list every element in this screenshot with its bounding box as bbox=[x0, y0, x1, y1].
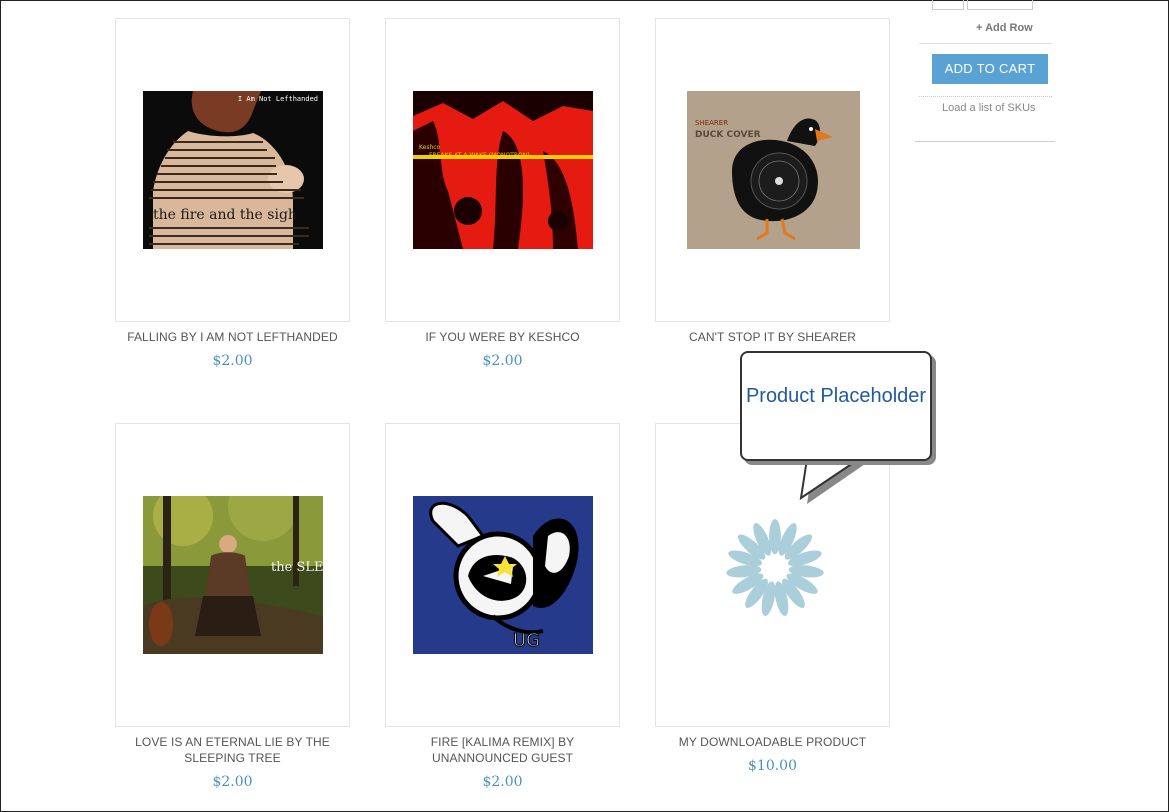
callout-pointer bbox=[799, 458, 865, 504]
quantity-field[interactable] bbox=[967, 0, 1033, 10]
product-card[interactable]: the fire and the sigh I Am Not Lefthande… bbox=[115, 18, 350, 322]
product-name[interactable]: IF YOU WERE BY KESHCO bbox=[385, 329, 620, 345]
product-price: $10.00 bbox=[748, 758, 797, 774]
product-price: $2.00 bbox=[482, 774, 523, 790]
cover-title: the fire and the sigh bbox=[153, 207, 297, 223]
product-name[interactable]: CAN'T STOP IT BY SHEARER bbox=[655, 329, 890, 345]
product-card[interactable]: Keshco FREAKS AT A WAKE (MONOTRON) bbox=[385, 18, 620, 322]
divider bbox=[915, 141, 1055, 142]
product-price: $2.00 bbox=[212, 353, 253, 369]
product-name[interactable]: LOVE IS AN ETERNAL LIE BY THE SLEEPING T… bbox=[115, 734, 350, 766]
product-name[interactable]: MY DOWNLOADABLE PRODUCT bbox=[655, 734, 890, 750]
add-row-link[interactable]: + Add Row bbox=[976, 22, 1033, 34]
load-sku-list-link[interactable]: Load a list of SKUs bbox=[942, 102, 1036, 114]
cover-title: DUCK COVER bbox=[695, 130, 761, 140]
cover-title: the SLEEPING TREE bbox=[271, 560, 323, 575]
product-card[interactable]: SHEARER DUCK COVER bbox=[655, 18, 890, 322]
product-placeholder-callout: Product Placeholder bbox=[740, 351, 932, 461]
placeholder-flower-icon bbox=[726, 519, 824, 616]
product-name[interactable]: FALLING BY I AM NOT LEFTHANDED bbox=[115, 329, 350, 345]
add-to-cart-button[interactable]: ADD TO CART bbox=[932, 54, 1048, 84]
product-image[interactable]: the fire and the sigh I Am Not Lefthande… bbox=[143, 91, 323, 249]
cover-band: Keshco bbox=[419, 144, 441, 151]
divider bbox=[919, 96, 1052, 97]
cover-band: I Am Not Lefthanded bbox=[238, 95, 318, 103]
product-name[interactable]: FIRE [KALIMA REMIX] BY UNANNOUNCED GUEST bbox=[385, 734, 620, 766]
cover-title: FREAKS AT A WAKE (MONOTRON) bbox=[429, 152, 530, 159]
product-card[interactable]: UG bbox=[385, 423, 620, 727]
product-image[interactable]: SHEARER DUCK COVER bbox=[687, 91, 860, 249]
sku-field[interactable] bbox=[932, 0, 964, 10]
divider bbox=[919, 43, 1052, 44]
product-price: $2.00 bbox=[482, 353, 523, 369]
cover-title: UG bbox=[513, 630, 540, 651]
product-image[interactable]: UG bbox=[413, 496, 593, 654]
cover-band: SHEARER bbox=[695, 119, 728, 127]
product-image[interactable]: Keshco FREAKS AT A WAKE (MONOTRON) bbox=[413, 91, 593, 249]
product-price: $2.00 bbox=[212, 774, 253, 790]
product-image[interactable]: the SLEEPING TREE bbox=[143, 496, 323, 654]
product-card[interactable]: the SLEEPING TREE bbox=[115, 423, 350, 727]
